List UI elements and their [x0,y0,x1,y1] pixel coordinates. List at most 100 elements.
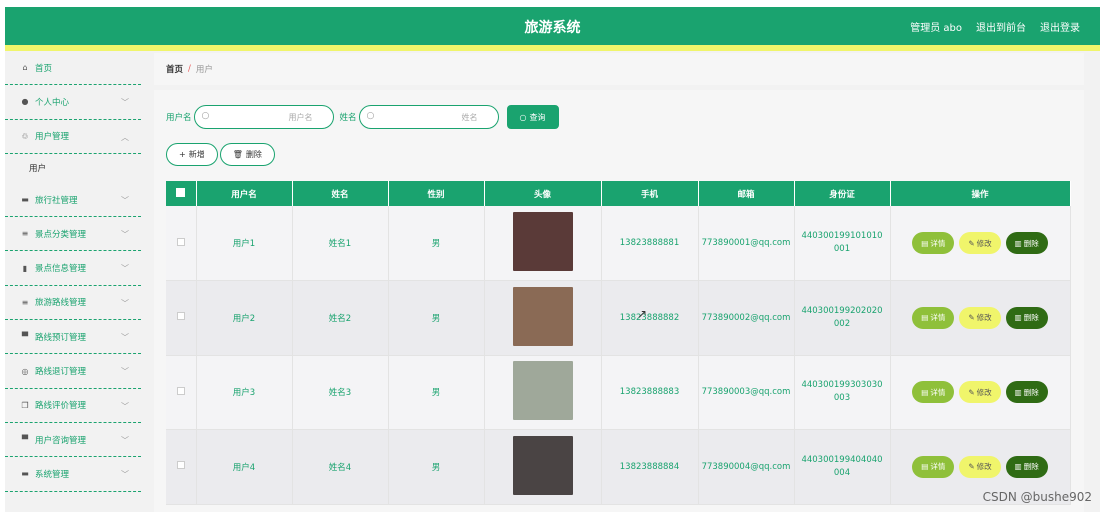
row-delete-button[interactable]: ▥ 删除 [1005,232,1048,254]
detail-label: 详情 [930,238,946,248]
sidebar-item-3[interactable]: ▬ 旅行社管理 ﹀ [5,183,141,218]
phone-cell: 13823888884 [601,429,699,505]
name-cell: 姓名3 [292,355,389,430]
row-checkbox[interactable] [176,386,185,395]
sidebar-item-label: 用户咨询管理 [35,435,87,446]
name-search-box[interactable]: ○ [358,105,499,129]
gender-cell: 男 [388,355,485,430]
table-row: 用户3 姓名3 男 13823888883 773890003@qq.com 440300… [166,355,1071,430]
row-checkbox[interactable] [176,461,185,470]
detail-button[interactable]: ▤ 详情 [912,381,955,404]
detail-icon: ▤ [921,462,929,472]
name-cell: 姓名4 [292,429,389,505]
edit-button[interactable]: ✎ 修改 [959,306,1001,329]
username-search-box[interactable]: ○ [193,105,334,129]
query-button[interactable]: ○ 查询 [506,105,559,129]
monitor-icon: ▀ [21,332,29,342]
detail-button[interactable]: ▤ 详情 [912,232,955,254]
email-cell: 773890004@qq.com [698,429,795,505]
username-cell: 用户4 [196,429,293,505]
sidebar-item-6[interactable]: ≡ 旅游路线管理 ﹀ [5,286,141,321]
column-header: 身份证 [794,181,891,206]
trash-icon: 🗑 [232,150,243,159]
breadcrumb-home[interactable]: 首页 [166,63,183,75]
sidebar-item-7[interactable]: ▀ 路线预订管理 ﹀ [5,320,141,355]
column-header: 头像 [484,181,602,206]
edit-icon: ✎ [968,238,975,248]
edit-label: 修改 [976,462,992,472]
sidebar-item-5[interactable]: ▮ 景点信息管理 ﹀ [5,251,141,286]
sidebar-item-10[interactable]: ▀ 用户咨询管理 ﹀ [5,423,141,458]
operations-cell: ▤ 详情 ✎ 修改 ▥ 删除 [890,355,1071,430]
sidebar-item-2[interactable]: ♲ 用户管理 ︿ [5,120,141,154]
phone-cell: 13823888881 [601,206,699,281]
sidebar-item-label: 系统管理 [35,469,70,480]
row-checkbox-cell[interactable] [166,206,197,281]
detail-button[interactable]: ▤ 详情 [912,455,955,478]
sidebar-item-label: 用户管理 [35,132,70,143]
sidebar-item-11[interactable]: ▬ 系统管理 ﹀ [5,457,141,492]
detail-icon: ▤ [921,313,929,323]
idcard-cell: 440300199404040004 [794,429,891,505]
table-row: 用户2 姓名2 男 13823888882 773890002@qq.com 440300… [166,280,1071,356]
chevron-down-icon: ﹀ [121,195,129,205]
user-icon: ● [21,97,29,107]
admin-label: 管理员 abo [910,23,962,34]
user-manage-icon: ♲ [21,131,29,141]
sidebar-item-0[interactable]: ⌂ 首页 [5,51,141,86]
sidebar-item-1[interactable]: ● 个人中心 ﹀ [5,85,141,120]
column-header: 性别 [388,181,485,206]
edit-icon: ✎ [968,387,975,397]
logout-link[interactable]: 退出登录 [1040,19,1080,34]
username-input[interactable] [212,108,313,126]
row-delete-button[interactable]: ▥ 删除 [1005,306,1048,329]
gender-cell: 男 [388,206,485,281]
add-button[interactable]: + 新增 [166,143,218,166]
top-header: 旅游系统 管理员 abo 退出到前台 退出登录 [5,7,1100,45]
sidebar-item-9[interactable]: ❐ 路线评价管理 ﹀ [5,389,141,423]
detail-label: 详情 [930,313,946,323]
row-delete-button[interactable]: ▥ 删除 [1005,381,1048,404]
sidebar-item-label: 个人中心 [35,97,70,108]
delete-label: 删除 [1023,462,1039,472]
watermark: CSDN @bushe902 [982,490,1092,504]
sidebar-item-label: 路线评价管理 [35,401,87,412]
chevron-down-icon: ﹀ [121,264,129,274]
main-panel: 首页 / 用户 用户名 ○ 姓名 ○ ○ 查询 [154,53,1084,512]
avatar [512,212,573,271]
edit-button[interactable]: ✎ 修改 [959,232,1001,254]
edit-label: 修改 [976,238,992,248]
sidebar-subitem-user[interactable]: 用户 [5,154,141,183]
chevron-down-icon: ﹀ [121,230,129,240]
select-all-checkbox[interactable] [176,187,186,197]
operations-cell: ▤ 详情 ✎ 修改 ▥ 删除 [890,280,1071,356]
column-header: 姓名 [292,181,389,206]
detail-button[interactable]: ▤ 详情 [912,306,955,329]
sidebar-item-8[interactable]: ◎ 路线退订管理 ﹀ [5,354,141,389]
plus-icon: + [179,150,186,159]
select-all-cell[interactable] [166,181,197,206]
name-cell: 姓名1 [292,206,389,281]
avatar-cell [484,429,602,505]
row-checkbox-cell[interactable] [166,280,197,356]
list-icon: ≡ [21,229,29,239]
row-checkbox-cell[interactable] [166,429,197,505]
row-checkbox-cell[interactable] [166,355,197,430]
edit-button[interactable]: ✎ 修改 [959,455,1001,478]
row-checkbox[interactable] [176,237,185,246]
idcard-cell: 440300199303030003 [794,355,891,430]
home-icon: ⌂ [22,63,28,73]
username-label: 用户名 [166,113,192,123]
delete-button[interactable]: 🗑 删除 [219,143,275,166]
row-delete-button[interactable]: ▥ 删除 [1005,455,1048,478]
edit-button[interactable]: ✎ 修改 [959,381,1001,404]
sidebar-item-4[interactable]: ≡ 景点分类管理 ﹀ [5,217,141,252]
chart-icon: ▮ [22,263,28,273]
name-input[interactable] [377,108,478,126]
chevron-up-icon: ︿ [121,132,129,142]
back-to-front-link[interactable]: 退出到前台 [976,19,1026,34]
monitor-icon: ▀ [21,435,29,445]
idcard-cell: 440300199101010001 [794,206,891,281]
chevron-down-icon: ﹀ [121,435,129,445]
row-checkbox[interactable] [176,312,185,321]
